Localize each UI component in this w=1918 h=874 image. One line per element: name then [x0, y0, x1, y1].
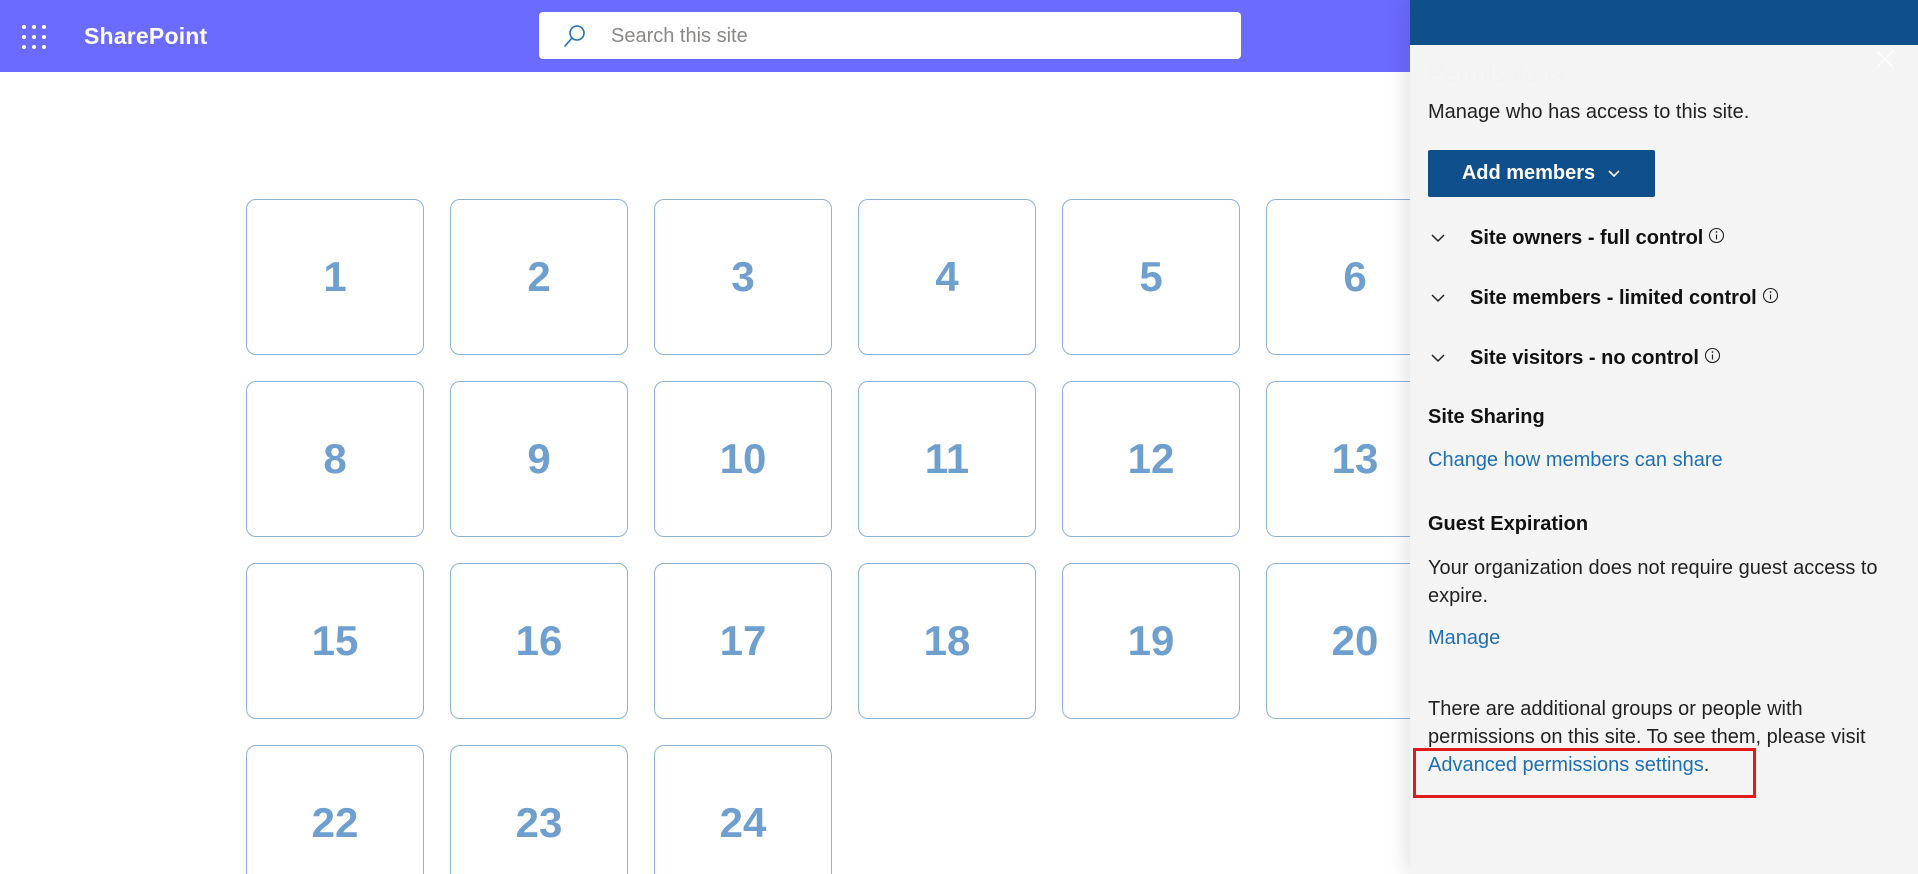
app-launcher-icon[interactable] — [22, 25, 46, 49]
tile-9[interactable]: 9 — [450, 381, 628, 537]
site-sharing-heading: Site Sharing — [1428, 406, 1545, 428]
group-label: Site members - limited control — [1470, 286, 1757, 309]
panel-title: Permissions — [1428, 60, 1565, 88]
panel-header-strip — [1410, 0, 1918, 45]
tile-12[interactable]: 12 — [1062, 381, 1240, 537]
add-members-label: Add members — [1461, 162, 1596, 184]
tile-17[interactable]: 17 — [654, 563, 832, 719]
info-icon[interactable] — [1708, 227, 1725, 244]
search-icon — [564, 25, 585, 47]
panel-description: Manage who has access to this site. — [1428, 101, 1750, 123]
tile-8[interactable]: 8 — [246, 381, 424, 537]
highlight-box — [1413, 748, 1756, 798]
chevron-down-icon — [1608, 169, 1620, 177]
chevron-down-icon — [1431, 294, 1445, 303]
chevron-down-icon — [1431, 234, 1445, 243]
chevron-down-icon — [1431, 354, 1445, 363]
tile-23[interactable]: 23 — [450, 745, 628, 874]
tile-3[interactable]: 3 — [654, 199, 832, 355]
search-input[interactable] — [609, 20, 1213, 52]
tile-18[interactable]: 18 — [858, 563, 1036, 719]
add-members-button[interactable]: Add members — [1428, 150, 1655, 197]
tile-22[interactable]: 22 — [246, 745, 424, 874]
group-site-visitors[interactable]: Site visitors - no control — [1428, 343, 1721, 373]
group-label: Site visitors - no control — [1470, 346, 1699, 369]
app-name[interactable]: SharePoint — [84, 23, 207, 50]
search-box[interactable] — [539, 12, 1241, 59]
info-icon[interactable] — [1762, 287, 1779, 304]
close-icon[interactable] — [1874, 48, 1896, 70]
manage-link[interactable]: Manage — [1428, 627, 1500, 650]
guest-expiration-heading: Guest Expiration — [1428, 513, 1589, 535]
guest-expiration-text: Your organization does not require guest… — [1428, 557, 1878, 607]
tile-1[interactable]: 1 — [246, 199, 424, 355]
permissions-panel: Permissions Manage who has access to thi… — [1410, 0, 1918, 874]
tile-16[interactable]: 16 — [450, 563, 628, 719]
group-site-members[interactable]: Site members - limited control — [1428, 283, 1779, 313]
tile-10[interactable]: 10 — [654, 381, 832, 537]
group-label: Site owners - full control — [1470, 226, 1704, 249]
additional-text: There are additional groups or people wi… — [1428, 698, 1866, 748]
info-icon[interactable] — [1704, 347, 1721, 364]
tile-4[interactable]: 4 — [858, 199, 1036, 355]
group-site-owners[interactable]: Site owners - full control — [1428, 223, 1725, 253]
change-sharing-link[interactable]: Change how members can share — [1428, 449, 1723, 472]
tile-19[interactable]: 19 — [1062, 563, 1240, 719]
tile-24[interactable]: 24 — [654, 745, 832, 874]
tile-15[interactable]: 15 — [246, 563, 424, 719]
tile-2[interactable]: 2 — [450, 199, 628, 355]
tile-5[interactable]: 5 — [1062, 199, 1240, 355]
tile-11[interactable]: 11 — [858, 381, 1036, 537]
